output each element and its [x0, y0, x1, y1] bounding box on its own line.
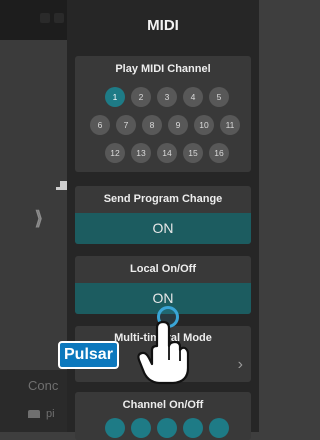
- send-program-change-toggle[interactable]: ON: [75, 213, 251, 244]
- channel-on-off-button[interactable]: [157, 418, 177, 438]
- tap-hint-label: Pulsar: [58, 341, 119, 369]
- channel-on-off-card: Channel On/Off: [75, 392, 251, 440]
- channel-button[interactable]: 10: [194, 115, 214, 135]
- play-midi-channel-card: Play MIDI Channel 1 2 3 4 5 6 7 8 9 10 1…: [75, 56, 251, 172]
- channel-row-1: 1 2 3 4 5: [75, 87, 251, 107]
- channel-button[interactable]: 15: [183, 143, 203, 163]
- send-program-change-card: Send Program Change ON: [75, 186, 251, 244]
- channel-button[interactable]: 11: [220, 115, 240, 135]
- play-midi-channel-label: Play MIDI Channel: [115, 63, 211, 75]
- channel-button[interactable]: 14: [157, 143, 177, 163]
- local-on-off-card: Local On/Off ON: [75, 256, 251, 314]
- panel-title: MIDI: [147, 17, 179, 34]
- channel-button[interactable]: 9: [168, 115, 188, 135]
- channel-row-2: 6 7 8 9 10 11: [75, 115, 251, 135]
- channel-button[interactable]: 1: [105, 87, 125, 107]
- channel-on-off-button[interactable]: [209, 418, 229, 438]
- send-program-change-label: Send Program Change: [103, 193, 223, 205]
- channel-button[interactable]: 13: [131, 143, 151, 163]
- channel-button[interactable]: 7: [116, 115, 136, 135]
- channel-button[interactable]: 4: [183, 87, 203, 107]
- channel-on-off-button[interactable]: [131, 418, 151, 438]
- background-concert-label: Conc: [28, 378, 59, 393]
- channel-row-3: 12 13 14 15 16: [75, 143, 251, 163]
- piano-icon: [28, 410, 40, 419]
- background-piano-row: pi: [28, 408, 55, 420]
- channel-button[interactable]: 5: [209, 87, 229, 107]
- expand-chevron-icon: ⟩⟩: [34, 208, 43, 230]
- channel-button[interactable]: 16: [209, 143, 229, 163]
- chevron-right-icon: ›: [237, 356, 243, 373]
- channel-button[interactable]: 12: [105, 143, 125, 163]
- channel-on-off-button[interactable]: [183, 418, 203, 438]
- channel-button[interactable]: 6: [90, 115, 110, 135]
- pointing-hand-icon: [137, 320, 189, 385]
- channel-button[interactable]: 8: [142, 115, 162, 135]
- local-on-off-label: Local On/Off: [130, 263, 196, 275]
- channel-button[interactable]: 2: [131, 87, 151, 107]
- channel-on-off-button[interactable]: [105, 418, 125, 438]
- channel-on-off-label: Channel On/Off: [122, 399, 204, 411]
- background-piano-label: pi: [46, 408, 55, 420]
- channel-button[interactable]: 3: [157, 87, 177, 107]
- background-toolbar-icons: [40, 10, 70, 24]
